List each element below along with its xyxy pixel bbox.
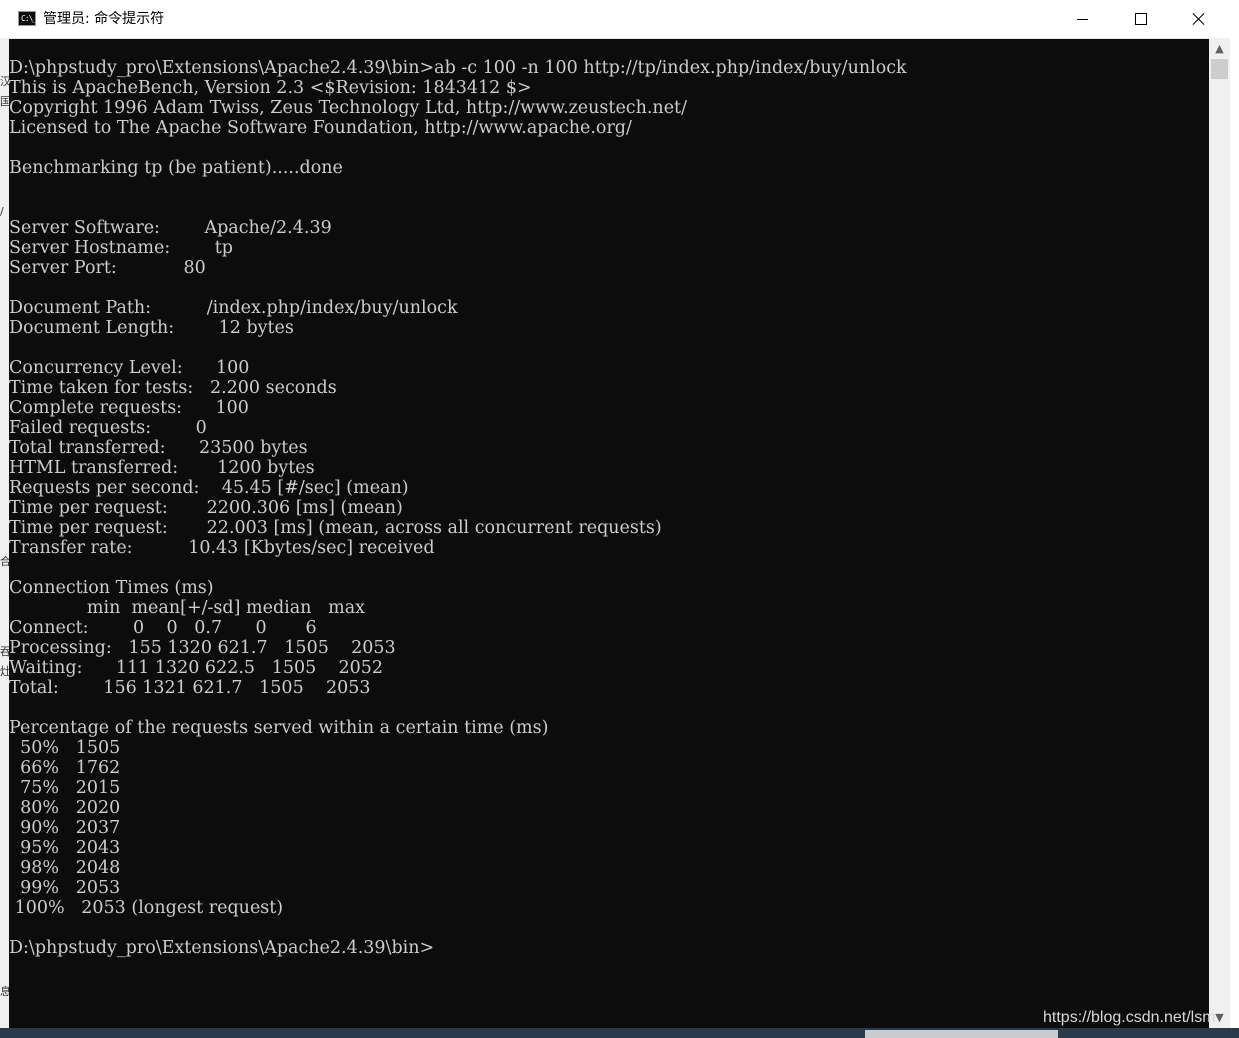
console-line: Waiting: 111 1320 622.5 1505 2052 — [9, 658, 384, 678]
taskbar-segment — [865, 1030, 1058, 1038]
console-line: Total transferred: 23500 bytes — [9, 438, 308, 458]
console-line: Requests per second: 45.45 [#/sec] (mean… — [9, 478, 409, 498]
console-line: This is ApacheBench, Version 2.3 <$Revis… — [9, 78, 532, 98]
console-line: 99% 2053 — [9, 878, 121, 898]
minimize-button[interactable] — [1053, 0, 1111, 38]
edge-char: 息 — [0, 985, 9, 998]
maximize-button[interactable] — [1112, 0, 1170, 38]
console-line: D:\phpstudy_pro\Extensions\Apache2.4.39\… — [9, 938, 435, 958]
console-line: Document Path: /index.php/index/buy/unlo… — [9, 298, 458, 318]
console-line: 90% 2037 — [9, 818, 121, 838]
console-text: D:\phpstudy_pro\Extensions\Apache2.4.39\… — [9, 58, 1208, 958]
console-line: min mean[+/-sd] median max — [9, 598, 366, 618]
console-line: 100% 2053 (longest request) — [9, 898, 284, 918]
vertical-scrollbar[interactable]: ▲ ▼ — [1209, 38, 1230, 1028]
taskbar-strip — [0, 1028, 1239, 1038]
console-line: Processing: 155 1320 621.7 1505 2053 — [9, 638, 396, 658]
console-line: Time taken for tests: 2.200 seconds — [9, 378, 337, 398]
chevron-up-icon[interactable]: ▲ — [1209, 40, 1230, 57]
console-line: Connect: 0 0 0.7 0 6 — [9, 618, 317, 638]
console-icon-text: C:\_ — [21, 14, 37, 23]
edge-char: 灶 — [0, 665, 9, 678]
edge-char: 吞 — [0, 645, 9, 658]
console-line: Time per request: 2200.306 [ms] (mean) — [9, 498, 403, 518]
console-line: D:\phpstudy_pro\Extensions\Apache2.4.39\… — [9, 58, 907, 78]
close-button[interactable] — [1170, 0, 1228, 38]
console-line: Benchmarking tp (be patient).....done — [9, 158, 343, 178]
console-line: Connection Times (ms) — [9, 578, 214, 598]
minimize-icon — [1076, 18, 1088, 20]
console-line: Transfer rate: 10.43 [Kbytes/sec] receiv… — [9, 538, 435, 558]
window-titlebar[interactable]: C:\_ 管理员: 命令提示符 — [0, 0, 1239, 39]
console-line: 95% 2043 — [9, 838, 121, 858]
console-line: 50% 1505 — [9, 738, 121, 758]
console-line: Concurrency Level: 100 — [9, 358, 250, 378]
console-line: Complete requests: 100 — [9, 398, 249, 418]
console-line: 66% 1762 — [9, 758, 121, 778]
watermark: https://blog.csdn.net/lsm — [1043, 1009, 1216, 1026]
edge-char: 国 — [0, 95, 9, 108]
maximize-icon — [1135, 13, 1147, 25]
console-line: 98% 2048 — [9, 858, 121, 878]
console-line: 75% 2015 — [9, 778, 121, 798]
edge-char: 合 — [0, 555, 9, 568]
edge-char: 汉 — [0, 75, 9, 88]
console-line: Document Length: 12 bytes — [9, 318, 294, 338]
console-icon: C:\_ — [18, 11, 37, 26]
console-line: HTML transferred: 1200 bytes — [9, 458, 315, 478]
console-line: Total: 156 1321 621.7 1505 2053 — [9, 678, 371, 698]
console-line: Server Software: Apache/2.4.39 — [9, 218, 332, 238]
console-line: Time per request: 22.003 [ms] (mean, acr… — [9, 518, 662, 538]
console-line: Licensed to The Apache Software Foundati… — [9, 118, 632, 138]
console-line: Failed requests: 0 — [9, 418, 207, 438]
window-title: 管理员: 命令提示符 — [43, 11, 165, 27]
close-icon — [1192, 12, 1206, 26]
console-line: 80% 2020 — [9, 798, 121, 818]
scroll-thumb[interactable] — [1211, 59, 1228, 79]
console-line: Server Port: 80 — [9, 258, 206, 278]
console-output[interactable]: D:\phpstudy_pro\Extensions\Apache2.4.39\… — [9, 58, 1208, 1024]
console-line: Percentage of the requests served within… — [9, 718, 549, 738]
edge-char: / — [0, 205, 4, 218]
background-window-edge-right — [1230, 38, 1239, 1038]
console-line: Copyright 1996 Adam Twiss, Zeus Technolo… — [9, 98, 687, 118]
background-window-edge: 汉 国 / 合 吞 灶 息 — [0, 38, 9, 1028]
console-line: Server Hostname: tp — [9, 238, 233, 258]
